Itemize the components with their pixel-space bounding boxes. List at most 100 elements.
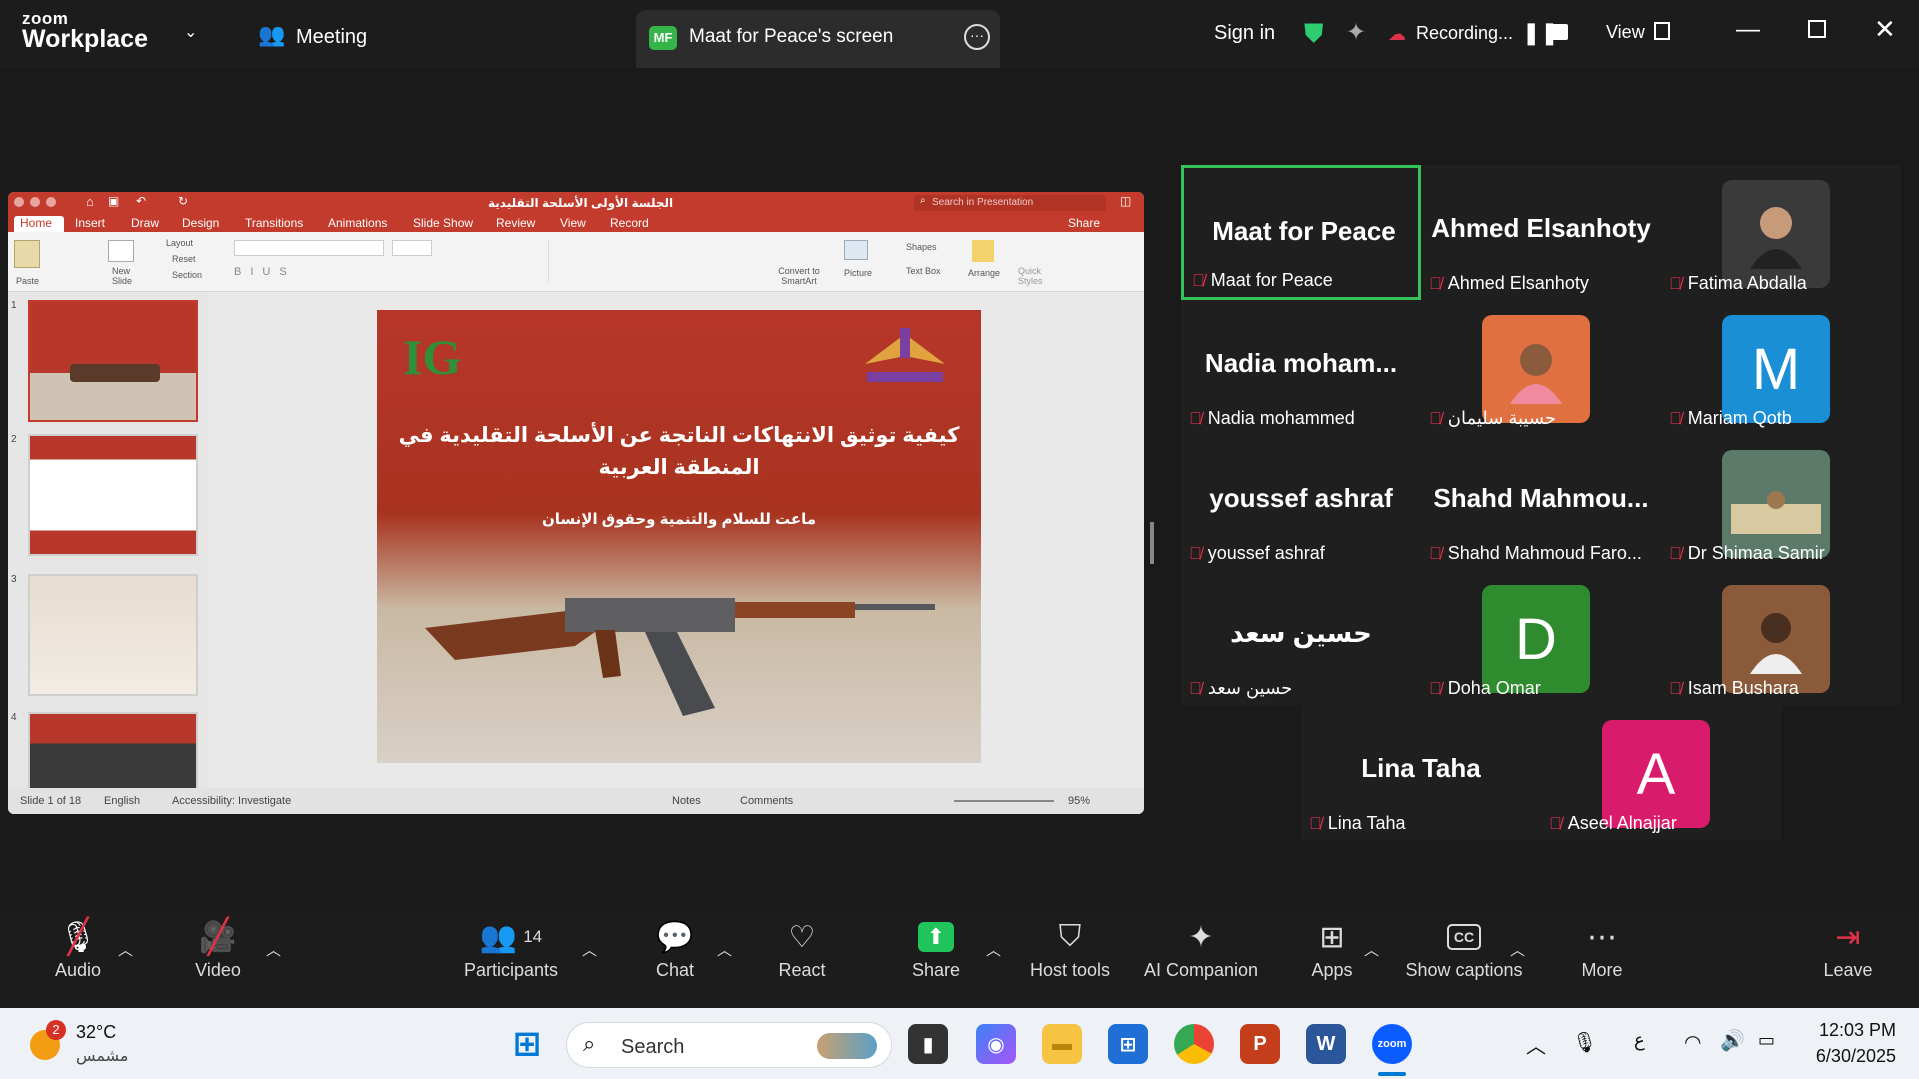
- participant-tile[interactable]: A 🎙̸ Aseel Alnajjar: [1541, 705, 1781, 840]
- zoom-slider[interactable]: [954, 800, 1054, 802]
- participant-tile[interactable]: 🎙̸ Isam Bushara: [1661, 570, 1901, 705]
- quick-styles-label[interactable]: Quick Styles: [1018, 266, 1048, 286]
- text-box-button[interactable]: Text Box: [906, 266, 941, 276]
- apps-options-caret[interactable]: ︿: [1364, 939, 1379, 960]
- section-button[interactable]: Section: [172, 270, 202, 280]
- tab-view[interactable]: View: [560, 216, 586, 230]
- window-min-dot[interactable]: [30, 197, 40, 207]
- participant-tile[interactable]: حسين سعد 🎙̸ حسين سعد: [1181, 570, 1421, 705]
- participant-tile[interactable]: Maat for Peace 🎙̸ Maat for Peace: [1181, 165, 1421, 300]
- chrome-icon[interactable]: [1174, 1024, 1214, 1064]
- zoom-level[interactable]: 95%: [1068, 795, 1090, 807]
- participant-tile[interactable]: Shahd Mahmou... 🎙̸ Shahd Mahmoud Faro...: [1421, 435, 1661, 570]
- clock-time[interactable]: 12:03 PM: [1796, 1020, 1896, 1041]
- paste-icon[interactable]: [14, 240, 40, 268]
- microphone-tray-icon[interactable]: 🎙: [1572, 1030, 1597, 1055]
- slide-thumbnail-3[interactable]: [28, 574, 198, 696]
- view-button[interactable]: View: [1606, 22, 1645, 43]
- share-options-caret[interactable]: ︿: [986, 939, 1001, 960]
- apps-button[interactable]: ⊞ Apps: [1292, 914, 1372, 981]
- current-slide[interactable]: IG كيفية توثيق الانتهاكات الناتجة عن الأ…: [377, 310, 981, 763]
- audio-options-caret[interactable]: ︿: [118, 939, 133, 960]
- wifi-icon[interactable]: ◠: [1684, 1030, 1701, 1055]
- close-icon[interactable]: ✕: [1874, 14, 1896, 45]
- shield-check-icon[interactable]: ⛊: [1304, 18, 1324, 50]
- picture-icon[interactable]: [844, 240, 868, 260]
- slide-thumbnail-1[interactable]: [28, 300, 198, 422]
- chat-button[interactable]: 💬 Chat: [635, 914, 715, 981]
- notes-button[interactable]: Notes: [672, 795, 701, 807]
- tab-draw[interactable]: Draw: [131, 216, 159, 230]
- participant-tile[interactable]: 🎙̸ حسيبة سليمان: [1421, 300, 1661, 435]
- audio-button[interactable]: 🎙 ╱ Audio: [38, 914, 118, 981]
- powerpoint-icon[interactable]: P: [1240, 1024, 1280, 1064]
- text-format-buttons[interactable]: BIUS: [234, 266, 296, 278]
- ai-sparkle-icon[interactable]: ✦: [1346, 18, 1366, 47]
- store-icon[interactable]: ⊞: [1108, 1024, 1148, 1064]
- chat-options-caret[interactable]: ︿: [717, 939, 732, 960]
- undo-icon[interactable]: ↶: [136, 194, 146, 208]
- share-screen-button[interactable]: ⬆ Share: [896, 914, 976, 981]
- tab-review[interactable]: Review: [496, 216, 535, 230]
- react-button[interactable]: ♡ React: [762, 914, 842, 981]
- language-status[interactable]: English: [104, 795, 140, 807]
- tab-record[interactable]: Record: [610, 216, 649, 230]
- meeting-label[interactable]: Meeting: [296, 26, 367, 49]
- tab-transitions[interactable]: Transitions: [245, 216, 303, 230]
- clock-date[interactable]: 6/30/2025: [1796, 1046, 1896, 1067]
- profile-icon[interactable]: ◫: [1120, 194, 1131, 208]
- windows-start-icon[interactable]: ⊞: [507, 1024, 547, 1064]
- more-options-icon[interactable]: ···: [964, 24, 990, 50]
- copilot-icon[interactable]: ◉: [976, 1024, 1016, 1064]
- leave-button[interactable]: ⇥ Leave: [1808, 914, 1888, 981]
- participants-button[interactable]: 👥 14 Participants: [456, 914, 566, 981]
- chevron-down-icon[interactable]: ⌄: [184, 22, 197, 42]
- stop-recording-icon[interactable]: [1552, 24, 1568, 40]
- panel-resize-handle[interactable]: [1150, 522, 1154, 564]
- zoom-app-icon[interactable]: zoom: [1372, 1024, 1412, 1064]
- participant-tile[interactable]: M 🎙̸ Mariam Qotb: [1661, 300, 1901, 435]
- weather-temp[interactable]: 32°C: [76, 1022, 116, 1043]
- ai-companion-button[interactable]: ✦ AI Companion: [1134, 914, 1268, 981]
- word-icon[interactable]: W: [1306, 1024, 1346, 1064]
- participant-tile[interactable]: Ahmed Elsanhoty 🎙̸ Ahmed Elsanhoty: [1421, 165, 1661, 300]
- more-button[interactable]: ⋯ More: [1562, 914, 1642, 981]
- shapes-button[interactable]: Shapes: [906, 242, 937, 252]
- window-close-dot[interactable]: [14, 197, 24, 207]
- minimize-icon[interactable]: —: [1736, 16, 1760, 44]
- slide-thumbnail-2[interactable]: [28, 434, 198, 556]
- participant-tile[interactable]: 🎙̸ Fatima Abdalla: [1661, 165, 1901, 300]
- save-icon[interactable]: ▣: [108, 194, 119, 208]
- tab-animations[interactable]: Animations: [328, 216, 387, 230]
- window-max-dot[interactable]: [46, 197, 56, 207]
- video-button[interactable]: 🎥 ╱ Video: [178, 914, 258, 981]
- arrange-icon[interactable]: [972, 240, 994, 262]
- participant-tile[interactable]: Lina Taha 🎙̸ Lina Taha: [1301, 705, 1541, 840]
- tab-insert[interactable]: Insert: [75, 216, 105, 230]
- search-presentation-input[interactable]: Search in Presentation: [914, 195, 1106, 211]
- participants-options-caret[interactable]: ︿: [582, 939, 597, 960]
- task-view-icon[interactable]: ▮: [908, 1024, 948, 1064]
- file-explorer-icon[interactable]: ▬: [1042, 1024, 1082, 1064]
- participant-tile[interactable]: 🎙̸ Dr Shimaa Samir: [1661, 435, 1901, 570]
- input-language[interactable]: ع: [1634, 1030, 1645, 1051]
- accessibility-status[interactable]: Accessibility: Investigate: [172, 795, 291, 807]
- participant-tile[interactable]: D 🎙̸ Doha Omar: [1421, 570, 1661, 705]
- tab-slide-show[interactable]: Slide Show: [413, 216, 473, 230]
- reset-button[interactable]: Reset: [172, 254, 196, 264]
- battery-icon[interactable]: ▭: [1758, 1030, 1775, 1051]
- tray-chevron-up-icon[interactable]: ︿: [1526, 1030, 1546, 1059]
- home-icon[interactable]: ⌂: [86, 194, 94, 209]
- convert-smartart-button[interactable]: Convert to SmartArt: [774, 266, 824, 286]
- taskbar-search[interactable]: ⌕ Search: [566, 1022, 892, 1068]
- volume-icon[interactable]: 🔊: [1720, 1028, 1745, 1053]
- font-size-select[interactable]: [392, 240, 432, 256]
- captions-options-caret[interactable]: ︿: [1510, 939, 1525, 960]
- tab-home[interactable]: Home: [20, 216, 52, 230]
- participant-tile[interactable]: youssef ashraf 🎙̸ youssef ashraf: [1181, 435, 1421, 570]
- new-slide-icon[interactable]: [108, 240, 134, 262]
- redo-icon[interactable]: ↻: [178, 194, 188, 208]
- video-options-caret[interactable]: ︿: [266, 939, 281, 960]
- font-family-select[interactable]: [234, 240, 384, 256]
- comments-button[interactable]: Comments: [740, 795, 793, 807]
